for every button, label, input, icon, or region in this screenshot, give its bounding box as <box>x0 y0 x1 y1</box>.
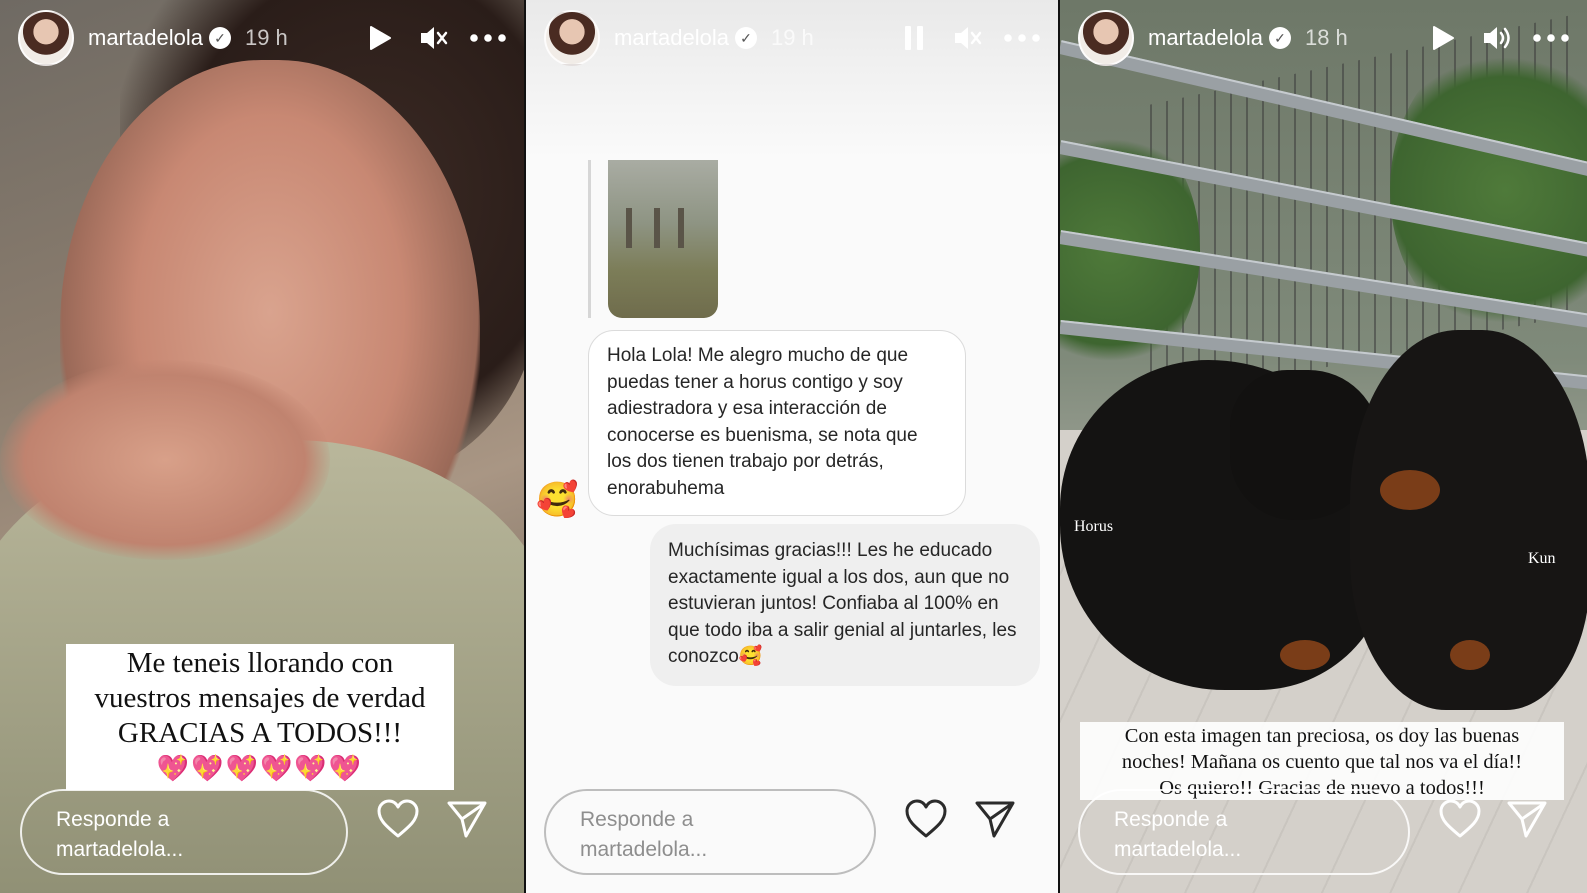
heart-emojis: 💖💖💖💖💖💖 <box>156 754 364 783</box>
heart-icon <box>377 799 419 838</box>
send-icon <box>1507 801 1547 838</box>
post-time: 19 h <box>770 25 814 50</box>
send-icon <box>975 801 1015 838</box>
dog-label-horus: Horus <box>1074 518 1114 535</box>
incoming-message: Hola Lola! Me alegro mucho de que puedas… <box>588 330 966 516</box>
more-dots-icon <box>470 34 506 42</box>
reply-input[interactable]: Responde a martadelola... <box>544 789 876 875</box>
shared-photo-thumbnail[interactable] <box>608 160 718 318</box>
play-button[interactable] <box>1425 20 1461 56</box>
reply-placeholder-line: Responde a <box>56 808 170 831</box>
outgoing-message: Muchísimas gracias!!! Les he educado exa… <box>650 524 1040 686</box>
story-header: martadelola ✓ 18 h <box>1078 8 1569 68</box>
dog-label-kun: Kun <box>1528 550 1556 567</box>
reply-placeholder-line: Responde a <box>580 808 694 831</box>
like-button[interactable] <box>376 799 420 843</box>
avatar[interactable] <box>544 10 600 66</box>
more-options-button[interactable] <box>1004 20 1040 56</box>
speaker-on-icon <box>1484 27 1510 49</box>
verified-badge-icon: ✓ <box>734 27 757 49</box>
caption-line: Con esta imagen tan preciosa, os doy las… <box>1124 725 1520 747</box>
post-time: 18 h <box>1304 25 1348 50</box>
story-panel-2[interactable]: martadelola ✓ 19 h Hola Lola! Me alegro … <box>526 0 1058 893</box>
heart-icon <box>905 799 947 838</box>
speaker-muted-icon <box>421 27 448 49</box>
more-options-button[interactable] <box>470 20 506 56</box>
share-button[interactable] <box>974 799 1018 843</box>
reply-placeholder-line: martadelola... <box>56 838 184 861</box>
verified-badge-icon: ✓ <box>208 27 231 49</box>
send-icon <box>447 801 487 838</box>
caption-line: vuestros mensajes de verdad <box>94 682 426 714</box>
username[interactable]: martadelola <box>88 25 203 51</box>
reply-placeholder-line: martadelola... <box>1114 838 1242 861</box>
caption-line: noches! Mañana os cuento que tal nos va … <box>1121 751 1523 773</box>
username[interactable]: martadelola <box>614 25 729 51</box>
story-panel-3[interactable]: Horus Kun martadelola ✓ 18 h Con esta im… <box>1060 0 1587 893</box>
photo-hand <box>0 360 330 560</box>
photo-dog-marking <box>1450 640 1490 670</box>
username[interactable]: martadelola <box>1148 25 1263 51</box>
reaction-emoji: 🥰 <box>536 481 579 519</box>
play-icon <box>1433 26 1454 50</box>
post-time: 19 h <box>244 25 288 50</box>
pause-button[interactable] <box>896 20 932 56</box>
caption-line: Me teneis llorando con <box>126 647 394 679</box>
more-dots-icon <box>1004 34 1040 42</box>
like-button[interactable] <box>904 799 948 843</box>
play-button[interactable] <box>362 20 398 56</box>
reply-placeholder-line: Responde a <box>1114 808 1228 831</box>
speaker-muted-icon <box>955 27 982 49</box>
pause-icon <box>905 26 923 50</box>
verified-badge-icon: ✓ <box>1268 27 1291 49</box>
reply-thread-line <box>588 160 591 318</box>
share-button[interactable] <box>446 799 490 843</box>
like-button[interactable] <box>1438 799 1482 843</box>
story-panel-1[interactable]: martadelola ✓ 19 h Me teneis llorando co… <box>0 0 524 893</box>
more-options-button[interactable] <box>1533 20 1569 56</box>
avatar[interactable] <box>1078 10 1134 66</box>
story-header: martadelola ✓ 19 h <box>544 8 1040 68</box>
play-icon <box>370 26 391 50</box>
story-caption: Me teneis llorando con vuestros mensajes… <box>66 644 454 790</box>
sound-button[interactable] <box>1479 20 1515 56</box>
reply-placeholder-line: martadelola... <box>580 838 708 861</box>
mute-button[interactable] <box>416 20 452 56</box>
story-header: martadelola ✓ 19 h <box>18 8 506 68</box>
photo-dog-marking <box>1280 640 1330 670</box>
heart-icon <box>1439 799 1481 838</box>
share-button[interactable] <box>1506 799 1550 843</box>
photo-dog-marking <box>1380 470 1440 510</box>
mute-button[interactable] <box>950 20 986 56</box>
avatar[interactable] <box>18 10 74 66</box>
caption-line: GRACIAS A TODOS!!! <box>117 717 403 749</box>
reply-input[interactable]: Responde a martadelola... <box>1078 789 1410 875</box>
more-dots-icon <box>1533 34 1569 42</box>
reply-input[interactable]: Responde a martadelola... <box>20 789 348 875</box>
